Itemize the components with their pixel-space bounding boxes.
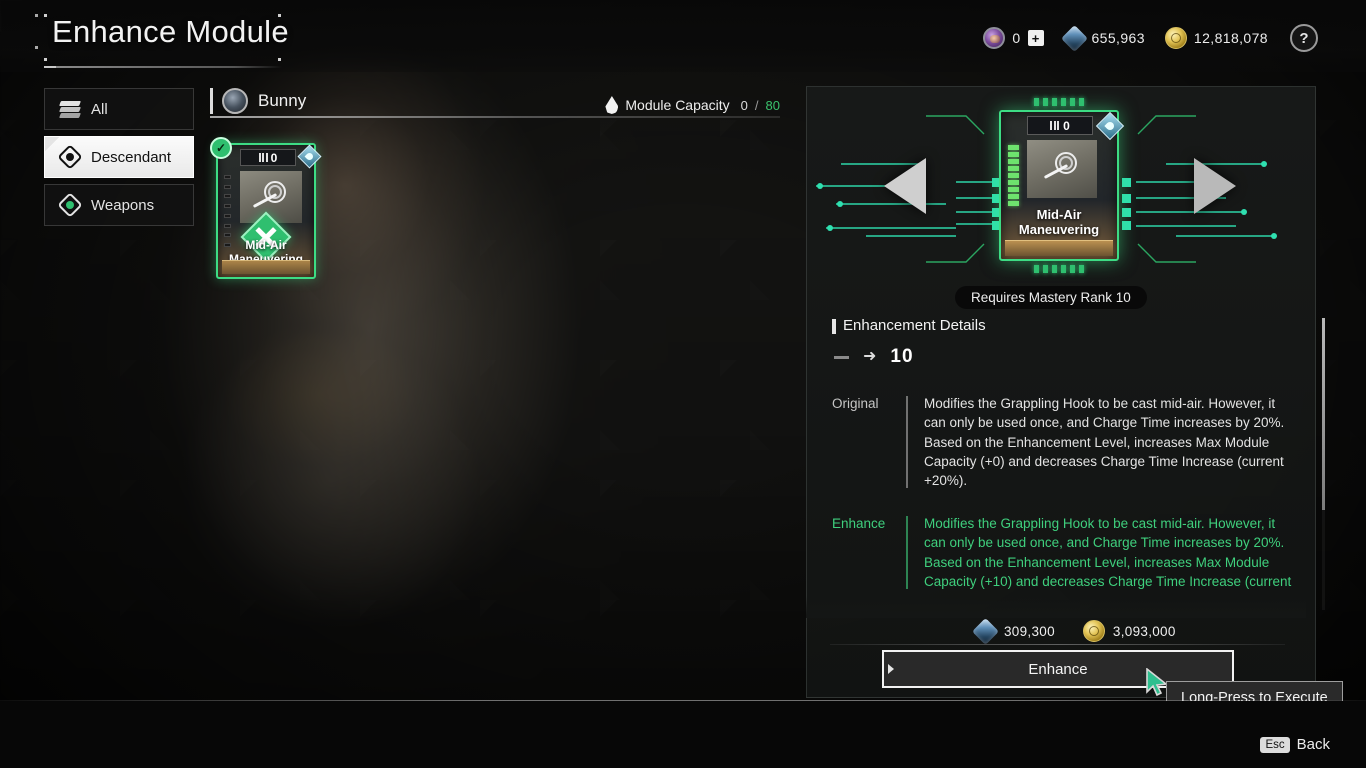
enhance-description-text: Modifies the Grappling Hook to be cast m…: [924, 516, 1292, 589]
original-label: Original: [832, 396, 879, 411]
currency-crystal: 655,963: [1060, 24, 1145, 52]
header-edge-marks: [35, 14, 39, 66]
preview-card-footer: [1005, 240, 1113, 256]
module-capacity-group: Module Capacity 0 / 80: [605, 96, 780, 114]
enhance-description-block: Enhance Modifies the Grappling Hook to b…: [832, 514, 1296, 591]
sidebar-item-all-label: All: [91, 100, 108, 118]
module-card-footer: [222, 260, 310, 274]
level-from-dash: [834, 355, 849, 359]
enhancement-cost-row: 309,300 3,093,000: [972, 617, 1176, 645]
module-capacity-separator: /: [754, 97, 759, 113]
preview-card-tier: 0: [1063, 118, 1070, 133]
weapons-icon: [57, 192, 83, 218]
preview-pins-top: [1034, 98, 1084, 106]
enhance-module-screen: Enhance Module 0 + 655,963 12,818,078 ? …: [0, 0, 1366, 768]
sidebar-item-descendant[interactable]: Descendant: [44, 136, 194, 178]
original-accent-bar: [906, 396, 908, 489]
sidebar-item-weapons[interactable]: Weapons: [44, 184, 194, 226]
module-preview-card[interactable]: 0 Mid-Air Maneuvering: [999, 98, 1125, 273]
cost-gold-value: 3,093,000: [1112, 623, 1176, 639]
descendant-icon: [57, 144, 83, 170]
cost-crystal-value: 309,300: [1004, 623, 1055, 639]
equipped-check-icon: ✓: [210, 137, 232, 159]
crystal-value: 655,963: [1091, 30, 1145, 46]
level-to-value: 10: [890, 346, 914, 367]
capacity-ticks-icon: [258, 153, 268, 162]
sidebar-item-descendant-label: Descendant: [91, 148, 172, 166]
gold-value: 12,818,078: [1193, 30, 1268, 46]
module-card-artwork: [240, 171, 302, 223]
module-capacity-label: Module Capacity: [625, 97, 730, 113]
mastery-requirement-badge: Requires Mastery Rank 10: [955, 286, 1147, 309]
footer-bar: [0, 701, 1366, 768]
enhancement-details-title: Enhancement Details: [832, 317, 986, 334]
preview-capacity-bar: 0: [1027, 116, 1093, 135]
enhance-accent-bar: [906, 516, 908, 590]
module-card-tier: 0: [270, 150, 278, 165]
layers-icon: [59, 98, 81, 120]
description-scrollbar-thumb[interactable]: [1322, 318, 1325, 510]
preview-card-name: Mid-Air Maneuvering: [1018, 207, 1100, 237]
currency-bar: 0 + 655,963 12,818,078 ?: [983, 24, 1318, 52]
esc-key-badge: Esc: [1260, 736, 1290, 753]
cost-crystal-icon: [972, 617, 999, 645]
module-list-header: Bunny Module Capacity 0 / 80: [210, 86, 780, 116]
title-corner-bl: [44, 58, 47, 61]
increase-level-button[interactable]: [1194, 158, 1236, 214]
module-list-divider: [210, 116, 780, 118]
title-rule: [44, 66, 282, 68]
back-hint[interactable]: Esc Back: [1260, 736, 1330, 753]
add-caliber-button[interactable]: +: [1027, 30, 1044, 46]
module-card-capacity-bar: 0: [240, 149, 296, 166]
back-label: Back: [1296, 736, 1330, 753]
preview-card-artwork: [1027, 140, 1097, 198]
category-sidebar: All Descendant Weapons: [44, 88, 194, 232]
module-card-mid-air-maneuvering[interactable]: ✓ 0 Mid-Air Maneuvering: [210, 137, 322, 279]
cost-gold-icon: [1082, 620, 1105, 642]
level-arrow-icon: ➜: [863, 348, 877, 365]
cost-gold: 3,093,000: [1082, 620, 1176, 642]
page-title: Enhance Module: [52, 14, 289, 49]
original-description-text: Modifies the Grappling Hook to be cast m…: [924, 396, 1285, 489]
cost-crystal: 309,300: [972, 617, 1055, 645]
preview-capacity-ticks-icon: [1050, 121, 1060, 130]
sidebar-item-weapons-label: Weapons: [91, 196, 155, 214]
capacity-drop-icon: [605, 96, 619, 114]
grappling-hook-icon: [252, 179, 290, 215]
help-button[interactable]: ?: [1290, 24, 1318, 52]
preview-pins-bottom: [1034, 265, 1084, 273]
header-accent-bar: [210, 88, 213, 114]
enhancement-level-row: ➜ 10: [834, 346, 914, 368]
descendant-avatar: [222, 88, 248, 114]
enhance-label: Enhance: [832, 516, 886, 531]
title-corner-tl: [44, 14, 47, 17]
currency-caliber: 0 +: [983, 27, 1044, 49]
module-capacity-current: 0: [740, 97, 748, 113]
description-fade-mask: [806, 596, 1306, 618]
original-description-block: Original Modifies the Grappling Hook to …: [832, 394, 1296, 490]
title-dash: [44, 66, 56, 68]
preview-socket-strip: [1008, 138, 1019, 206]
cost-divider: [830, 644, 1285, 645]
currency-gold: 12,818,078: [1164, 27, 1268, 49]
preview-grappling-hook-icon: [1043, 150, 1081, 186]
module-capacity-max: 80: [765, 97, 780, 113]
decrease-level-button[interactable]: [884, 158, 926, 214]
caliber-icon: [983, 27, 1006, 49]
caliber-value: 0: [1012, 30, 1021, 46]
module-card-socket-strip: [224, 175, 231, 247]
gold-icon: [1164, 27, 1187, 49]
crystal-icon: [1060, 24, 1088, 52]
descendant-name: Bunny: [258, 91, 307, 110]
title-corner-br: [278, 58, 281, 61]
sidebar-item-all[interactable]: All: [44, 88, 194, 130]
